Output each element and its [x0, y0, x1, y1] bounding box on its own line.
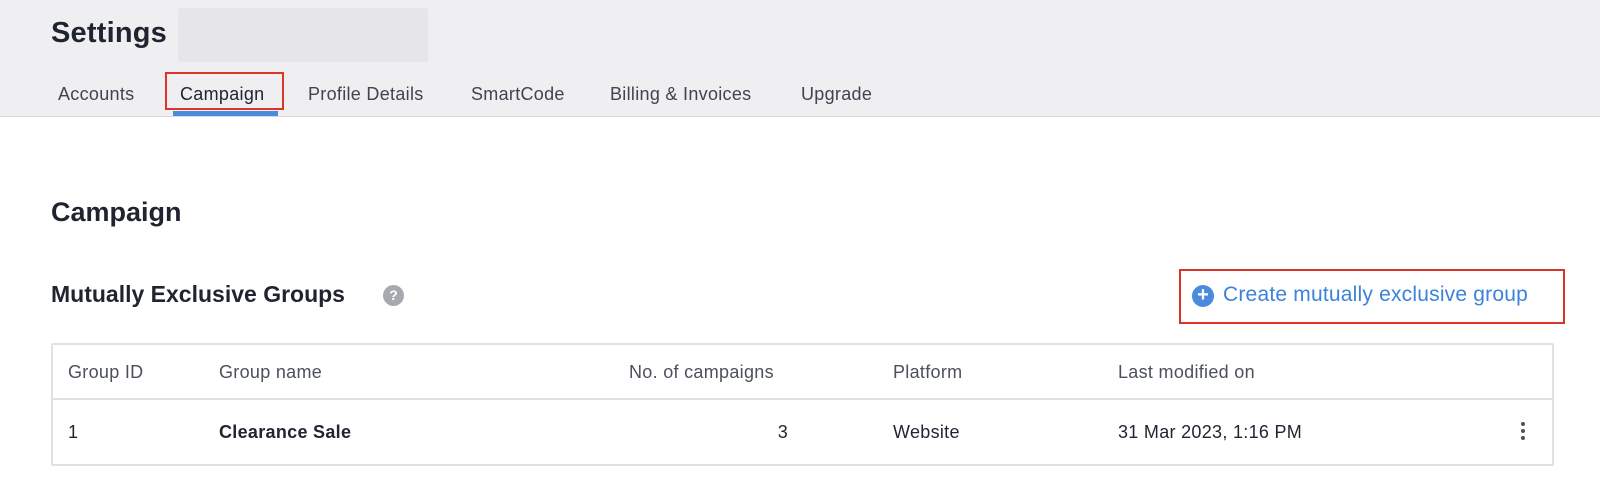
table-header: Group ID Group name No. of campaigns Pla…	[53, 345, 1552, 400]
cell-group-name[interactable]: Clearance Sale	[219, 422, 351, 443]
tab-billing-invoices[interactable]: Billing & Invoices	[610, 74, 751, 117]
column-header-platform: Platform	[893, 362, 963, 382]
table-row[interactable]: 1 Clearance Sale 3 Website 31 Mar 2023, …	[53, 400, 1552, 464]
page-title: Settings	[51, 17, 167, 49]
column-header-campaigns: No. of campaigns	[629, 362, 774, 382]
section-title: Campaign	[51, 197, 182, 227]
tab-smartcode[interactable]: SmartCode	[471, 74, 565, 117]
settings-header: Settings Accounts Campaign Profile Detai…	[0, 0, 1600, 117]
mutually-exclusive-groups-table: Group ID Group name No. of campaigns Pla…	[51, 343, 1554, 466]
column-header-group-id: Group ID	[68, 362, 144, 382]
tab-upgrade[interactable]: Upgrade	[801, 74, 872, 117]
column-header-last-modified: Last modified on	[1118, 362, 1255, 382]
tab-accounts[interactable]: Accounts	[58, 74, 134, 117]
plus-circle-icon: +	[1192, 285, 1214, 307]
title-placeholder-block	[178, 8, 428, 62]
subsection-title: Mutually Exclusive Groups	[51, 281, 345, 307]
cell-last-modified: 31 Mar 2023, 1:16 PM	[1118, 422, 1303, 442]
question-circle-icon[interactable]: ?	[383, 285, 404, 306]
cell-campaign-count: 3	[777, 422, 788, 442]
column-header-group-name: Group name	[219, 362, 323, 382]
create-button-label: Create mutually exclusive group	[1223, 283, 1529, 306]
kebab-menu-icon[interactable]	[1518, 420, 1528, 444]
cell-group-id: 1	[68, 422, 79, 442]
tab-profile-details[interactable]: Profile Details	[308, 74, 424, 117]
cell-platform: Website	[893, 422, 960, 442]
create-mutually-exclusive-group-button[interactable]: + Create mutually exclusive group	[1179, 269, 1565, 324]
active-tab-indicator	[173, 111, 278, 116]
